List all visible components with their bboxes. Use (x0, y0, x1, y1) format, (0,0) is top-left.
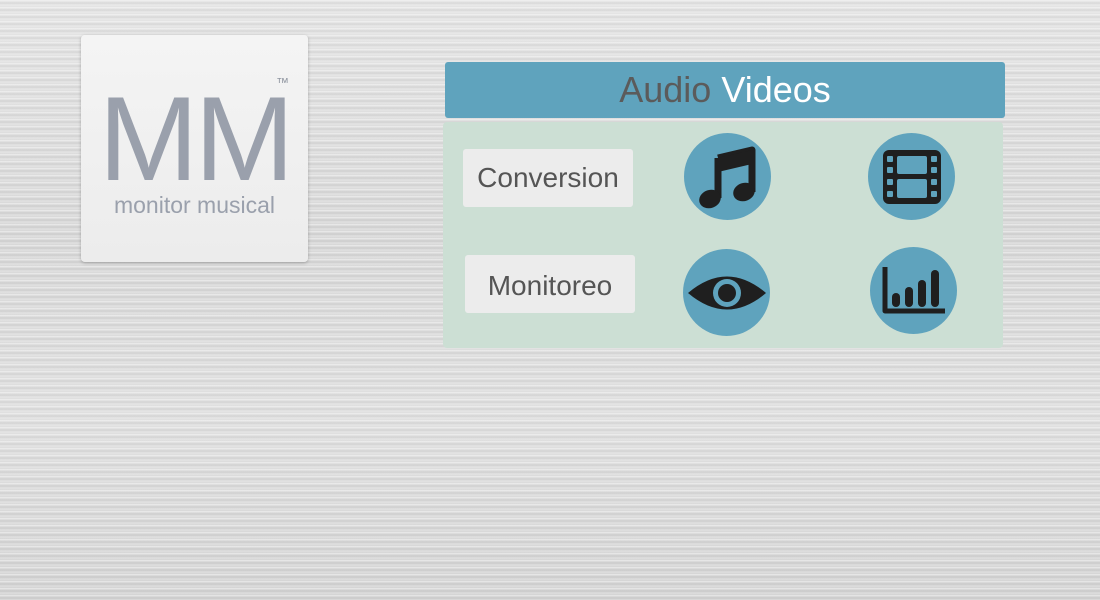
bar-chart-button[interactable] (870, 247, 957, 334)
header-title-videos: Videos (721, 69, 831, 110)
music-note-icon (698, 146, 755, 208)
logo-initials: MM (98, 72, 295, 206)
conversion-button[interactable]: Conversion (463, 149, 633, 207)
eye-icon (687, 276, 766, 309)
film-strip-icon (882, 149, 941, 204)
bar-chart-icon (882, 266, 945, 313)
film-strip-button[interactable] (868, 133, 955, 220)
eye-button[interactable] (683, 249, 770, 336)
header-title-audio: Audio (619, 69, 712, 110)
logo: MM ™ monitor musical (81, 35, 308, 262)
music-note-button[interactable] (684, 133, 771, 220)
trademark-symbol: ™ (276, 75, 289, 90)
panel-header: Audio Videos (445, 62, 1005, 118)
monitoreo-button[interactable]: Monitoreo (465, 255, 635, 313)
logo-subtitle: monitor musical (113, 192, 276, 218)
